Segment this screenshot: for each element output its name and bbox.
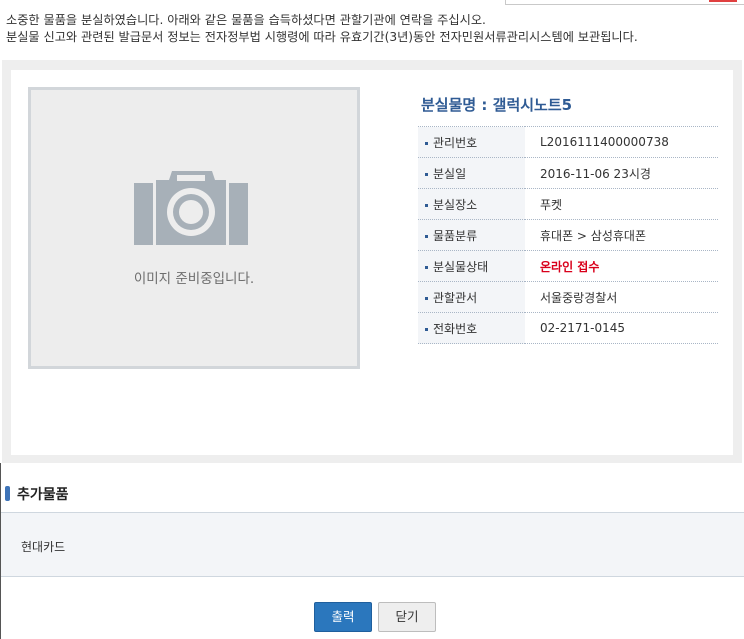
camera-icon <box>134 171 248 245</box>
info-value: 2016-11-06 23시경 <box>525 157 718 189</box>
bullet-icon <box>425 141 428 145</box>
top-bar-accent <box>709 0 737 2</box>
info-label: 관리번호 <box>433 135 478 150</box>
extra-items-heading: 추가물품 <box>5 484 69 504</box>
bullet-icon <box>425 296 428 300</box>
info-label: 분실일 <box>433 166 467 181</box>
info-value: L2016111400000738 <box>525 126 718 158</box>
info-row-management-number: 관리번호 L2016111400000738 <box>418 126 718 158</box>
info-value: 푸켓 <box>525 188 718 220</box>
top-bar-fragment <box>505 0 744 5</box>
extra-items-title: 추가물품 <box>17 487 69 503</box>
item-detail-card: 이미지 준비중입니다. 분실물명 : 갤럭시노트5 관리번호 L20161114… <box>2 60 742 463</box>
info-label: 물품분류 <box>433 228 478 243</box>
info-row-police-station: 관할관서 서울중랑경찰서 <box>418 281 718 313</box>
item-photo-placeholder: 이미지 준비중입니다. <box>28 87 360 369</box>
bullet-icon <box>425 265 428 269</box>
image-preparing-text: 이미지 준비중입니다. <box>133 271 255 287</box>
info-row-lost-place: 분실장소 푸켓 <box>418 188 718 220</box>
info-row-status: 분실물상태 온라인 접수 <box>418 250 718 282</box>
info-row-phone: 전화번호 02-2171-0145 <box>418 312 718 344</box>
info-label: 전화번호 <box>433 321 478 336</box>
bullet-icon <box>425 172 428 176</box>
bullet-icon <box>425 203 428 207</box>
info-row-category: 물품분류 휴대폰 > 삼성휴대폰 <box>418 219 718 251</box>
info-label: 분실물상태 <box>433 259 489 274</box>
lost-item-title: 분실물명 : 갤럭시노트5 <box>421 96 573 114</box>
bullet-icon <box>425 327 428 331</box>
bullet-icon <box>425 234 428 238</box>
status-value: 온라인 접수 <box>525 250 718 282</box>
extra-items-box: 현대카드 <box>1 512 744 577</box>
print-button[interactable]: 출력 <box>314 602 372 632</box>
info-value: 02-2171-0145 <box>525 312 718 344</box>
close-button[interactable]: 닫기 <box>378 602 436 632</box>
heading-bar-icon <box>5 486 10 501</box>
item-detail-inner: 이미지 준비중입니다. 분실물명 : 갤럭시노트5 관리번호 L20161114… <box>11 70 733 455</box>
info-label: 관할관서 <box>433 290 478 305</box>
item-info-table: 관리번호 L2016111400000738 분실일 2016-11-06 23… <box>418 126 718 344</box>
extra-item-text: 현대카드 <box>21 540 66 554</box>
notice-line-1: 소중한 물품을 분실하였습니다. 아래와 같은 물품을 습득하셨다면 관할기관에… <box>6 13 486 27</box>
info-value: 휴대폰 > 삼성휴대폰 <box>525 219 718 251</box>
info-label: 분실장소 <box>433 197 478 212</box>
notice-line-2: 분실물 신고와 관련된 발급문서 정보는 전자정부법 시행령에 따라 유효기간(… <box>6 30 638 44</box>
notice-text: 소중한 물품을 분실하였습니다. 아래와 같은 물품을 습득하셨다면 관할기관에… <box>6 12 638 46</box>
info-value: 서울중랑경찰서 <box>525 281 718 313</box>
info-row-lost-date: 분실일 2016-11-06 23시경 <box>418 157 718 189</box>
